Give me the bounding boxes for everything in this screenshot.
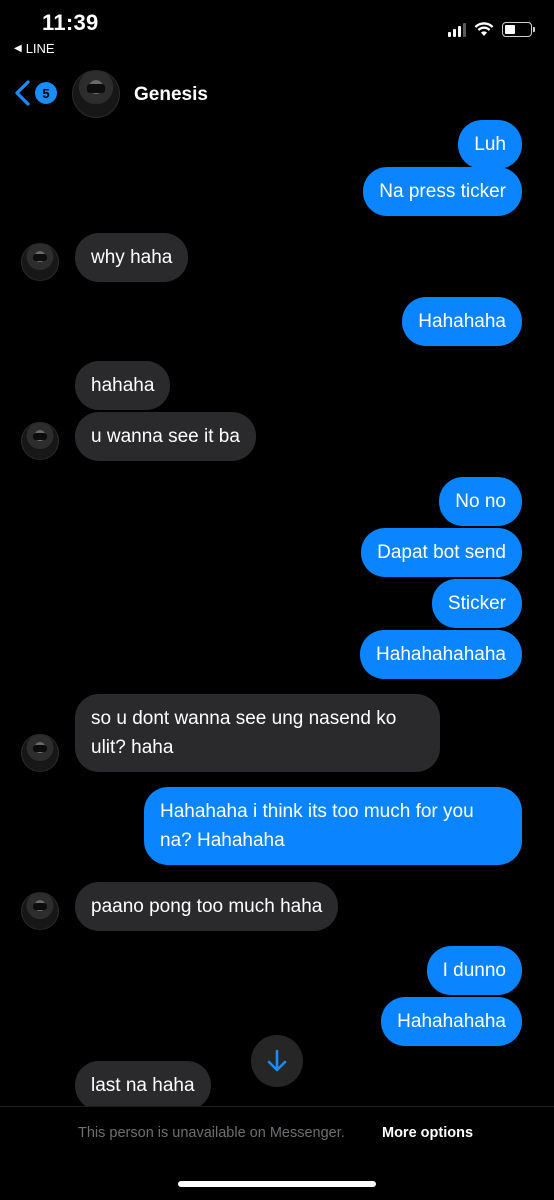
arrow-down-icon — [267, 1049, 287, 1072]
message-incoming[interactable]: hahaha — [75, 361, 171, 410]
message-incoming[interactable]: paano pong too much haha — [75, 882, 339, 931]
sender-avatar[interactable] — [21, 243, 59, 281]
unread-badge: 5 — [35, 82, 57, 104]
message-outgoing[interactable]: Sticker — [431, 579, 522, 628]
home-indicator[interactable] — [178, 1181, 376, 1187]
status-icons — [448, 22, 535, 37]
message-outgoing[interactable]: Hahahaha — [402, 297, 522, 346]
chat-header: 5 Genesis — [0, 64, 554, 124]
back-triangle-icon: ◀ — [14, 43, 22, 54]
scroll-to-bottom-button[interactable] — [251, 1035, 303, 1087]
message-outgoing[interactable]: Luh — [458, 120, 522, 169]
sender-avatar[interactable] — [21, 892, 59, 930]
message-incoming[interactable]: why haha — [75, 233, 189, 282]
message-incoming[interactable]: last na haha — [75, 1061, 211, 1110]
message-outgoing[interactable]: Na press ticker — [363, 167, 522, 216]
more-options-link[interactable]: More options — [382, 1125, 473, 1141]
contact-name[interactable]: Genesis — [134, 84, 208, 106]
message-outgoing[interactable]: Dapat bot send — [361, 528, 522, 577]
composer-footer: This person is unavailable on Messenger.… — [0, 1106, 554, 1200]
message-outgoing[interactable]: I dunno — [426, 946, 522, 995]
cellular-signal-icon — [448, 22, 466, 37]
message-incoming[interactable]: u wanna see it ba — [75, 412, 256, 461]
back-button[interactable]: 5 — [14, 80, 57, 106]
message-outgoing[interactable]: No no — [439, 477, 522, 526]
contact-avatar[interactable] — [72, 70, 120, 118]
sender-avatar[interactable] — [21, 734, 59, 772]
back-to-app-link[interactable]: ◀ LINE — [14, 41, 55, 56]
wifi-icon — [474, 22, 494, 36]
sender-avatar[interactable] — [21, 422, 59, 460]
message-incoming[interactable]: so u dont wanna see ung nasend ko ulit? … — [75, 694, 440, 772]
chevron-left-icon — [15, 80, 30, 106]
status-time: 11:39 — [42, 10, 99, 35]
battery-icon — [502, 22, 535, 37]
message-outgoing[interactable]: Hahahaha i think its too much for you na… — [144, 787, 522, 865]
unavailable-notice: This person is unavailable on Messenger. — [78, 1125, 345, 1141]
back-app-label: LINE — [25, 41, 55, 56]
message-outgoing[interactable]: Hahahahahaha — [360, 630, 522, 679]
message-outgoing[interactable]: Hahahahaha — [381, 997, 522, 1046]
